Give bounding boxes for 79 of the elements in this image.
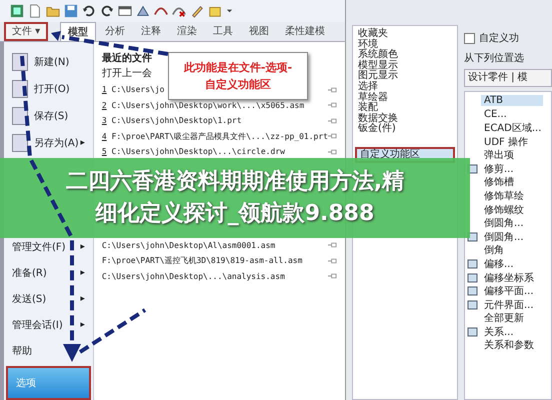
pin-icon[interactable] <box>328 273 337 280</box>
command-icon <box>467 258 479 270</box>
undo-icon[interactable] <box>82 4 96 18</box>
window-icon[interactable] <box>118 4 132 18</box>
ribbon-tab[interactable]: 分析 <box>98 22 132 41</box>
command-icon <box>467 272 479 284</box>
command-item[interactable]: 偏移... <box>481 256 517 271</box>
pin-icon[interactable] <box>328 86 337 93</box>
pin-icon[interactable] <box>328 118 337 124</box>
file-menu-item[interactable]: 打开(O) <box>4 75 93 102</box>
source-dropdown[interactable]: 设计零件 | 模 <box>464 69 552 87</box>
checkbox[interactable] <box>464 32 475 44</box>
ribbon-tab[interactable]: 视图 <box>242 22 276 41</box>
new-file-icon[interactable] <box>28 4 42 18</box>
command-item[interactable]: 偏移平面... <box>481 284 537 298</box>
ribbon-tab[interactable]: 工具 <box>206 22 240 41</box>
category-item[interactable]: 模型显示 <box>355 60 455 72</box>
category-item[interactable]: 钣金(件) <box>355 124 455 135</box>
category-item[interactable]: 数据交换 <box>355 114 455 124</box>
command-item[interactable]: UDF 操作 <box>481 134 531 149</box>
category-item[interactable]: 装配 <box>355 103 455 114</box>
command-item[interactable]: 修饰槽 <box>481 175 517 190</box>
pin-icon[interactable] <box>328 258 337 264</box>
save-icon[interactable] <box>64 4 78 18</box>
command-item[interactable]: 全部更新 <box>481 311 527 326</box>
recent-file-item[interactable]: 1 C:\Users\jo <box>102 85 164 94</box>
file-menu-item[interactable]: 新建(N) <box>4 48 93 75</box>
command-item[interactable]: ECAD区域... <box>481 120 544 135</box>
category-item[interactable]: 收藏夹 <box>355 29 455 40</box>
command-item[interactable]: 倒角 <box>481 243 507 258</box>
recent-file-item[interactable]: F:\proe\PART\遥控飞机3D\819\819-asm-all.asm <box>102 255 302 266</box>
category-item[interactable]: 图元显示 <box>355 71 455 82</box>
recent-file-item[interactable]: 2 C:\Users\john\Desktop\work\...\x5065.asm <box>102 100 304 110</box>
ribbon-tab[interactable]: 注释 <box>134 22 168 41</box>
command-item[interactable]: 修饰螺纹 <box>481 202 527 217</box>
file-menu-item[interactable]: 保存(S) <box>4 102 93 129</box>
pin-icon[interactable] <box>328 133 337 140</box>
file-menu-item[interactable]: 帮助 <box>4 338 93 364</box>
file-menu-item[interactable]: 另存为(A) ▸ <box>4 129 93 156</box>
file-menu-item[interactable]: 管理会话(I) ▸ <box>4 312 93 338</box>
command-item[interactable]: 修饰草绘 <box>481 188 527 203</box>
command-item[interactable]: 倒圆角... <box>481 216 527 230</box>
recent-file-item[interactable]: 4 F:\proe\PART\吸尘器产品模具文件\...\zz-pp_01.prt <box>102 130 328 142</box>
recent-file-item[interactable]: C:\Users\john\Desktop\Al\asm0001.asm <box>102 240 276 250</box>
file-menu-tab[interactable]: 文件 ▾ <box>4 22 48 41</box>
command-icon <box>467 298 479 311</box>
recent-files-header: 最近的文件 <box>102 52 152 66</box>
headline-banner: 二四六香港资料期期准使用方法,精 细化定义探讨_领航款9.888 <box>0 158 470 238</box>
choose-from-label: 从下列位置选 <box>464 52 525 66</box>
command-icon <box>467 326 479 338</box>
app-icon[interactable] <box>10 4 24 18</box>
recent-file-item[interactable]: C:\Users\john\Desktop\...\analysis.asm <box>102 272 285 281</box>
file-menu-item[interactable]: 发送(S) ▸ <box>4 286 93 312</box>
pencil-icon[interactable] <box>190 4 204 18</box>
checkbox-label: 自定义功 <box>479 32 519 45</box>
pin-icon[interactable] <box>328 102 337 108</box>
command-item[interactable]: 关系和参数 <box>481 338 537 352</box>
ribbon-tab[interactable]: 渲染 <box>170 22 204 41</box>
recent-file-item[interactable]: 3 C:\Users\john\Desktop\1.prt <box>102 116 242 126</box>
redo-icon[interactable] <box>100 4 114 18</box>
dropdown-icon[interactable] <box>226 7 233 14</box>
callout-note: 此功能是在文件-选项- 自定义功能区 <box>168 52 308 100</box>
command-item[interactable]: 修剪... <box>481 162 517 176</box>
ribbon-tab[interactable]: 柔性建模 <box>278 22 332 41</box>
file-menu-item[interactable]: 准备(R) ▸ <box>4 260 93 286</box>
reopen-session-link[interactable]: 打开上一会 <box>102 66 152 82</box>
command-item[interactable]: CE... <box>481 108 510 120</box>
command-icon <box>467 285 479 298</box>
command-item[interactable]: 偏移坐标系 <box>481 270 537 285</box>
command-item[interactable]: 元件界面... <box>481 298 537 312</box>
command-item[interactable]: 倒圆角... <box>481 230 527 244</box>
pin-icon[interactable] <box>328 148 337 155</box>
command-item[interactable]: 弹出项 <box>481 148 517 162</box>
pin-icon[interactable] <box>328 242 337 248</box>
category-item[interactable]: 选择 <box>355 82 455 93</box>
command-item[interactable]: 关系... <box>481 324 517 339</box>
recent-file-item[interactable]: 5 C:\Users\john\Desktop\...\circle.drw <box>102 147 285 156</box>
command-item[interactable]: ATB <box>481 95 544 106</box>
category-item[interactable]: 系统颜色 <box>355 50 455 61</box>
